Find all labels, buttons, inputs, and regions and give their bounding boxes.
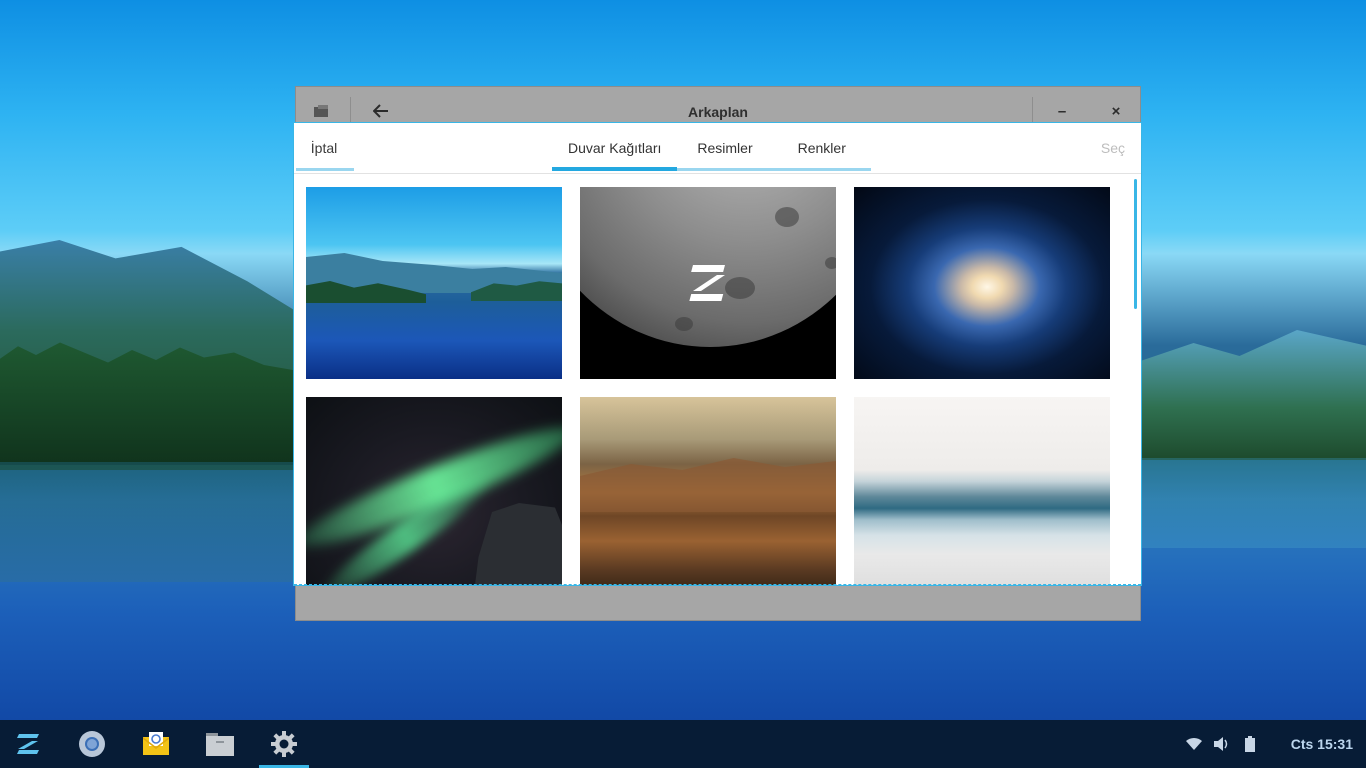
wallpaper-thumb-lake[interactable] — [306, 187, 562, 379]
zorin-menu-icon[interactable] — [3, 720, 53, 768]
window-title: Arkaplan — [688, 104, 748, 120]
thumb-rock — [474, 503, 562, 585]
dialog-content: İptal Duvar Kağıtları Resimler Renkler S… — [293, 122, 1142, 586]
wallpaper-thumb-galaxy[interactable] — [854, 187, 1110, 379]
minimize-button[interactable]: – — [1049, 99, 1075, 123]
content-bottom-border — [294, 583, 1141, 585]
scrollbar[interactable] — [1134, 179, 1137, 309]
wifi-icon[interactable] — [1183, 720, 1205, 768]
thumb-ridge — [580, 458, 836, 512]
wallpaper-reflection-right — [1136, 458, 1366, 548]
taskbar: Cts 15:31 — [0, 720, 1366, 768]
cancel-button[interactable]: İptal — [294, 123, 354, 173]
mail-icon[interactable] — [131, 720, 181, 768]
close-button[interactable]: × — [1103, 99, 1129, 123]
dialog-header: İptal Duvar Kağıtları Resimler Renkler S… — [294, 123, 1141, 174]
wallpaper-thumb-sea[interactable] — [854, 397, 1110, 585]
wallpaper-reflection-left — [0, 462, 300, 582]
wallpaper-thumb-aurora[interactable] — [306, 397, 562, 585]
wallpaper-thumb-canyon[interactable] — [580, 397, 836, 585]
chromium-icon[interactable] — [67, 720, 117, 768]
clock[interactable]: Cts 15:31 — [1291, 720, 1353, 768]
volume-icon[interactable] — [1211, 720, 1233, 768]
zorin-logo-icon — [689, 265, 725, 301]
tab-wallpapers[interactable]: Duvar Kağıtları — [552, 123, 678, 173]
files-icon[interactable] — [195, 720, 245, 768]
settings-icon[interactable] — [259, 720, 309, 768]
desktop: Arkaplan – × İptal Duvar Kağıtları Resim… — [0, 0, 1366, 768]
tab-colors[interactable]: Renkler — [772, 123, 872, 173]
wallpaper-grid — [306, 187, 1110, 585]
battery-icon[interactable] — [1239, 720, 1261, 768]
select-button[interactable]: Seç — [1101, 123, 1125, 173]
wallpaper-mountain-right — [1136, 330, 1366, 460]
tab-pictures[interactable]: Resimler — [677, 123, 773, 173]
window-bottom-bar — [295, 584, 1141, 621]
wallpaper-thumb-moon[interactable] — [580, 187, 836, 379]
tab-bar: Duvar Kağıtları Resimler Renkler — [552, 123, 872, 173]
background-dialog: Arkaplan – × İptal Duvar Kağıtları Resim… — [293, 86, 1142, 621]
